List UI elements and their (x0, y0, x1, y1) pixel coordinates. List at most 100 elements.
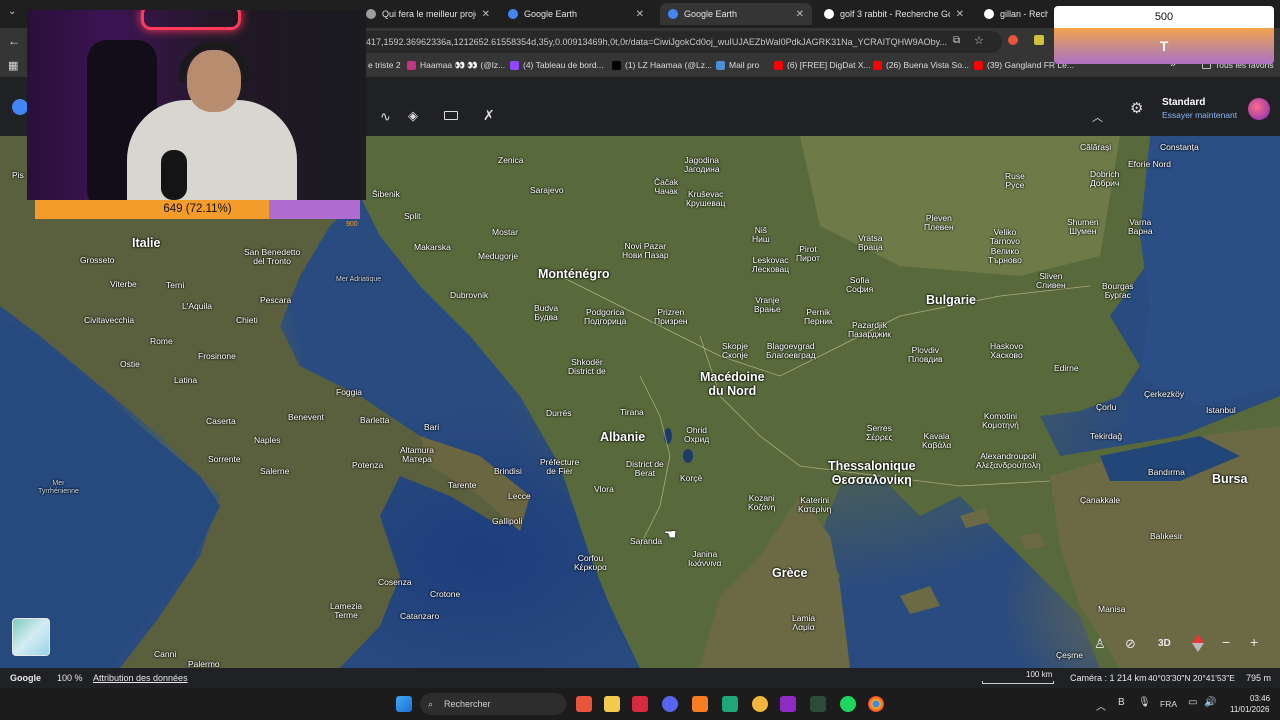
map-place-label[interactable]: Potenza (352, 460, 383, 470)
map-place-label[interactable]: Korçë (680, 473, 702, 483)
map-place-label[interactable]: Civitavecchia (84, 315, 134, 325)
map-place-label[interactable]: Pis (12, 170, 24, 180)
map-place-label[interactable]: Novi Pazar Нови Пазар (622, 241, 669, 261)
install-icon[interactable]: ⧉ (953, 35, 960, 46)
tray-chevron-icon[interactable]: ︿ (1096, 698, 1106, 713)
map-place-label[interactable]: Dobrich Добрич (1090, 169, 1119, 189)
spotify-icon[interactable] (840, 696, 856, 712)
map-place-label[interactable]: Canni (154, 649, 176, 659)
map-country-label[interactable]: Thessalonique Θεσσαλονίκη (828, 459, 916, 488)
map-place-label[interactable]: Vlora (594, 484, 614, 494)
map-place-label[interactable]: Lamia Λαμία (792, 613, 815, 633)
map-sea-label[interactable]: Mer Adriatique (336, 276, 381, 284)
map-place-label[interactable]: Edirne (1054, 363, 1079, 373)
map-place-label[interactable]: Salerne (260, 466, 289, 476)
network-icon[interactable]: ▭ (1188, 697, 1197, 708)
avatar[interactable] (1248, 98, 1270, 120)
map-place-label[interactable]: Sliven Сливен (1036, 271, 1066, 291)
map-country-label[interactable]: Bulgarie (926, 293, 976, 308)
map-place-label[interactable]: Kavala Καβάλα (922, 431, 951, 451)
map-place-label[interactable]: Janina Ιωάννινα (688, 549, 721, 569)
map-place-label[interactable]: Ruse Русе (1005, 171, 1025, 191)
extension-icon[interactable] (1008, 35, 1018, 45)
map-place-label[interactable]: Benevent (288, 412, 324, 422)
map-place-label[interactable]: Caserta (206, 416, 236, 426)
map-place-label[interactable]: Altamura Матера (400, 445, 434, 465)
language-indicator[interactable]: FRA (1160, 699, 1177, 709)
tab-close-icon[interactable]: ✕ (950, 9, 964, 20)
microphone-icon[interactable]: 🎙 (1138, 697, 1151, 708)
map-place-label[interactable]: Varna Варна (1128, 217, 1153, 237)
map-place-label[interactable]: Ohrid Охрид (684, 425, 709, 445)
tools-icon[interactable]: ✗ (483, 107, 495, 124)
ruler-icon[interactable] (444, 111, 458, 120)
map-place-label[interactable]: Sorrente (208, 454, 241, 464)
volume-icon[interactable]: 🔊 (1204, 697, 1216, 708)
compass-reset-icon[interactable]: ⊘ (1125, 636, 1136, 652)
map-place-label[interactable]: Vratsa Враца (858, 233, 883, 253)
map-place-label[interactable]: Corfou Κέρκυρα (574, 553, 607, 573)
map-place-label[interactable]: Shumen Шумен (1067, 217, 1099, 237)
map-place-label[interactable]: Tekirdağ (1090, 431, 1122, 441)
bookmark-item[interactable]: (26) Buena Vista So... (873, 60, 969, 70)
map-place-label[interactable]: Barletta (360, 415, 389, 425)
map-place-label[interactable]: Serres Σέρρες (866, 423, 893, 443)
bookmark-item[interactable]: e triste 2 (368, 60, 401, 70)
app-grey-icon[interactable] (810, 696, 826, 712)
map-place-label[interactable]: Leskovac Лесковац (752, 255, 789, 275)
tab-menu-icon[interactable]: ⌄ (8, 6, 16, 17)
collapse-icon[interactable]: ︿ (1092, 109, 1103, 125)
discord-icon[interactable] (662, 696, 678, 712)
bookmark-star-icon[interactable]: ☆ (974, 34, 984, 47)
bookmark-item[interactable]: (1) LZ Haamaa (@Lz... (612, 60, 712, 70)
profile-try-link[interactable]: Essayer maintenant (1162, 110, 1237, 120)
map-place-label[interactable]: Crotone (430, 589, 460, 599)
map-place-label[interactable]: Manisa (1098, 604, 1125, 614)
map-place-label[interactable]: Naples (254, 435, 280, 445)
map-place-label[interactable]: Constanța (1160, 142, 1199, 152)
back-icon[interactable]: ← (8, 34, 20, 48)
map-place-label[interactable]: Sofia София (846, 275, 873, 295)
bookmark-item[interactable]: Mail pro (716, 60, 759, 70)
map-place-label[interactable]: Mostar (492, 227, 518, 237)
file-explorer-icon[interactable] (604, 696, 620, 712)
map-place-label[interactable]: Viterbe (110, 279, 137, 289)
map-place-label[interactable]: Zenica (498, 155, 524, 165)
pegman-icon[interactable]: ♙ (1094, 636, 1106, 652)
map-place-label[interactable]: Gallipoli (492, 516, 522, 526)
tab-close-icon[interactable]: ✕ (476, 9, 490, 20)
layer-thumbnail[interactable] (12, 618, 50, 656)
map-place-label[interactable]: Pazardjik Пазарджик (848, 320, 891, 340)
browser-tab[interactable]: Google Earth ✕ (660, 3, 812, 25)
windows-start-icon[interactable] (396, 696, 412, 712)
map-place-label[interactable]: Jagodina Јагодина (684, 155, 720, 175)
map-place-label[interactable]: Grosseto (80, 255, 115, 265)
extension-icon-2[interactable] (1034, 35, 1044, 45)
map-place-label[interactable]: Medugorje (478, 251, 518, 261)
bookmark-item[interactable]: (6) [FREE] DigDat X... (774, 60, 871, 70)
map-place-label[interactable]: Durrës (546, 408, 572, 418)
taskbar-search[interactable]: ⌕ Rechercher (420, 693, 566, 715)
tray-b-icon[interactable]: B (1118, 697, 1125, 708)
map-place-label[interactable]: Veliko Tarnovo Велико Търново (988, 227, 1022, 265)
tab-close-icon[interactable]: ✕ (790, 9, 804, 20)
map-place-label[interactable]: Brindisi (494, 466, 522, 476)
map-place-label[interactable]: Çeşme (1056, 650, 1083, 660)
map-place-label[interactable]: Makarska (414, 242, 451, 252)
map-place-label[interactable]: Pleven Плевен (924, 213, 954, 233)
map-place-label[interactable]: Tirana (620, 407, 644, 417)
map-place-label[interactable]: Eforie Nord (1128, 159, 1171, 169)
map-place-label[interactable]: Chieti (236, 315, 258, 325)
map-place-label[interactable]: Cosenza (378, 577, 412, 587)
map-place-label[interactable]: Plovdiv Пловдив (908, 345, 943, 365)
map-place-label[interactable]: San Benedetto del Tronto (244, 247, 300, 267)
map-place-label[interactable]: Skopje Скопје (722, 341, 748, 361)
map-country-label[interactable]: Albanie (600, 430, 645, 445)
map-place-label[interactable]: Kozani Κοζάνη (748, 493, 775, 513)
map-sea-label[interactable]: Mer Tyrrhénienne (38, 480, 79, 495)
map-place-label[interactable]: Podgorica Подгорица (584, 307, 626, 327)
map-place-label[interactable]: Prizren Призрен (654, 307, 688, 327)
zoom-out-button[interactable]: − (1222, 634, 1230, 650)
tab-close-icon[interactable]: ✕ (630, 9, 644, 20)
map-place-label[interactable]: Split (404, 211, 421, 221)
